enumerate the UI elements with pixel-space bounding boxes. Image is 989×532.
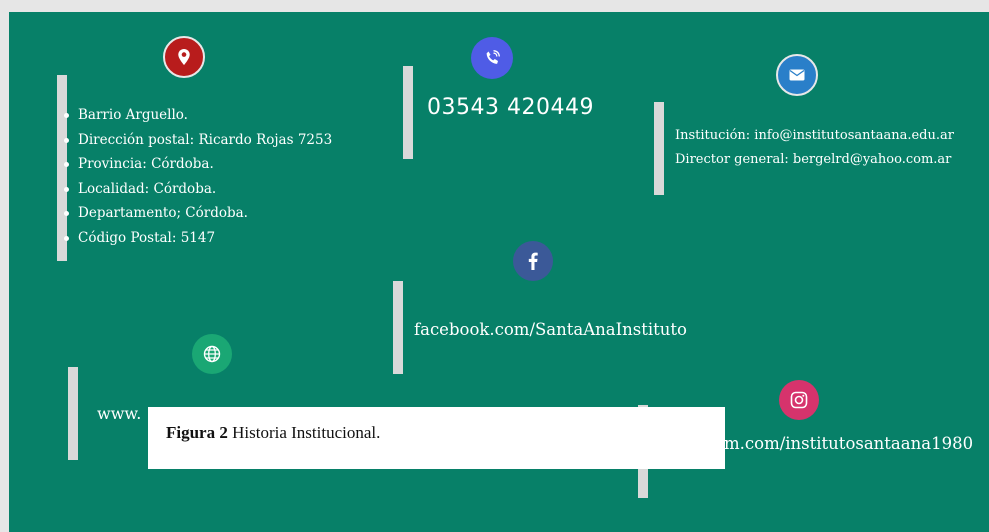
address-item: Localidad: Córdoba. bbox=[63, 177, 332, 202]
facebook-icon[interactable] bbox=[513, 241, 553, 281]
address-item: Provincia: Córdoba. bbox=[63, 152, 332, 177]
globe-icon[interactable] bbox=[192, 334, 232, 374]
divider-bar bbox=[654, 102, 664, 195]
divider-bar bbox=[393, 281, 403, 374]
location-pin-icon bbox=[163, 36, 205, 78]
instagram-icon[interactable] bbox=[779, 380, 819, 420]
divider-bar bbox=[57, 75, 67, 261]
phone-icon[interactable] bbox=[471, 37, 513, 79]
envelope-icon[interactable] bbox=[776, 54, 818, 96]
website-link[interactable]: www. bbox=[97, 404, 141, 423]
address-item: Código Postal: 5147 bbox=[63, 226, 332, 251]
address-item: Barrio Arguello. bbox=[63, 103, 332, 128]
instagram-link[interactable]: m.com/institutosantaana1980 bbox=[724, 434, 973, 453]
phone-number[interactable]: 03543 420449 bbox=[427, 95, 594, 120]
address-list: Barrio Arguello. Dirección postal: Ricar… bbox=[63, 103, 332, 251]
institution-email[interactable]: Institución: info@institutosantaana.edu.… bbox=[675, 124, 954, 148]
divider-bar bbox=[68, 367, 78, 460]
facebook-link[interactable]: facebook.com/SantaAnaInstituto bbox=[414, 320, 687, 339]
address-item: Dirección postal: Ricardo Rojas 7253 bbox=[63, 128, 332, 153]
email-block: Institución: info@institutosantaana.edu.… bbox=[675, 124, 954, 171]
figure-label: Figura 2 bbox=[166, 423, 228, 442]
director-email[interactable]: Director general: bergelrd@yahoo.com.ar bbox=[675, 148, 954, 172]
divider-bar bbox=[403, 66, 413, 159]
address-item: Departamento; Córdoba. bbox=[63, 201, 332, 226]
figure-title: Historia Institucional. bbox=[227, 423, 381, 442]
figure-caption: Figura 2 Historia Institucional. bbox=[148, 407, 725, 469]
